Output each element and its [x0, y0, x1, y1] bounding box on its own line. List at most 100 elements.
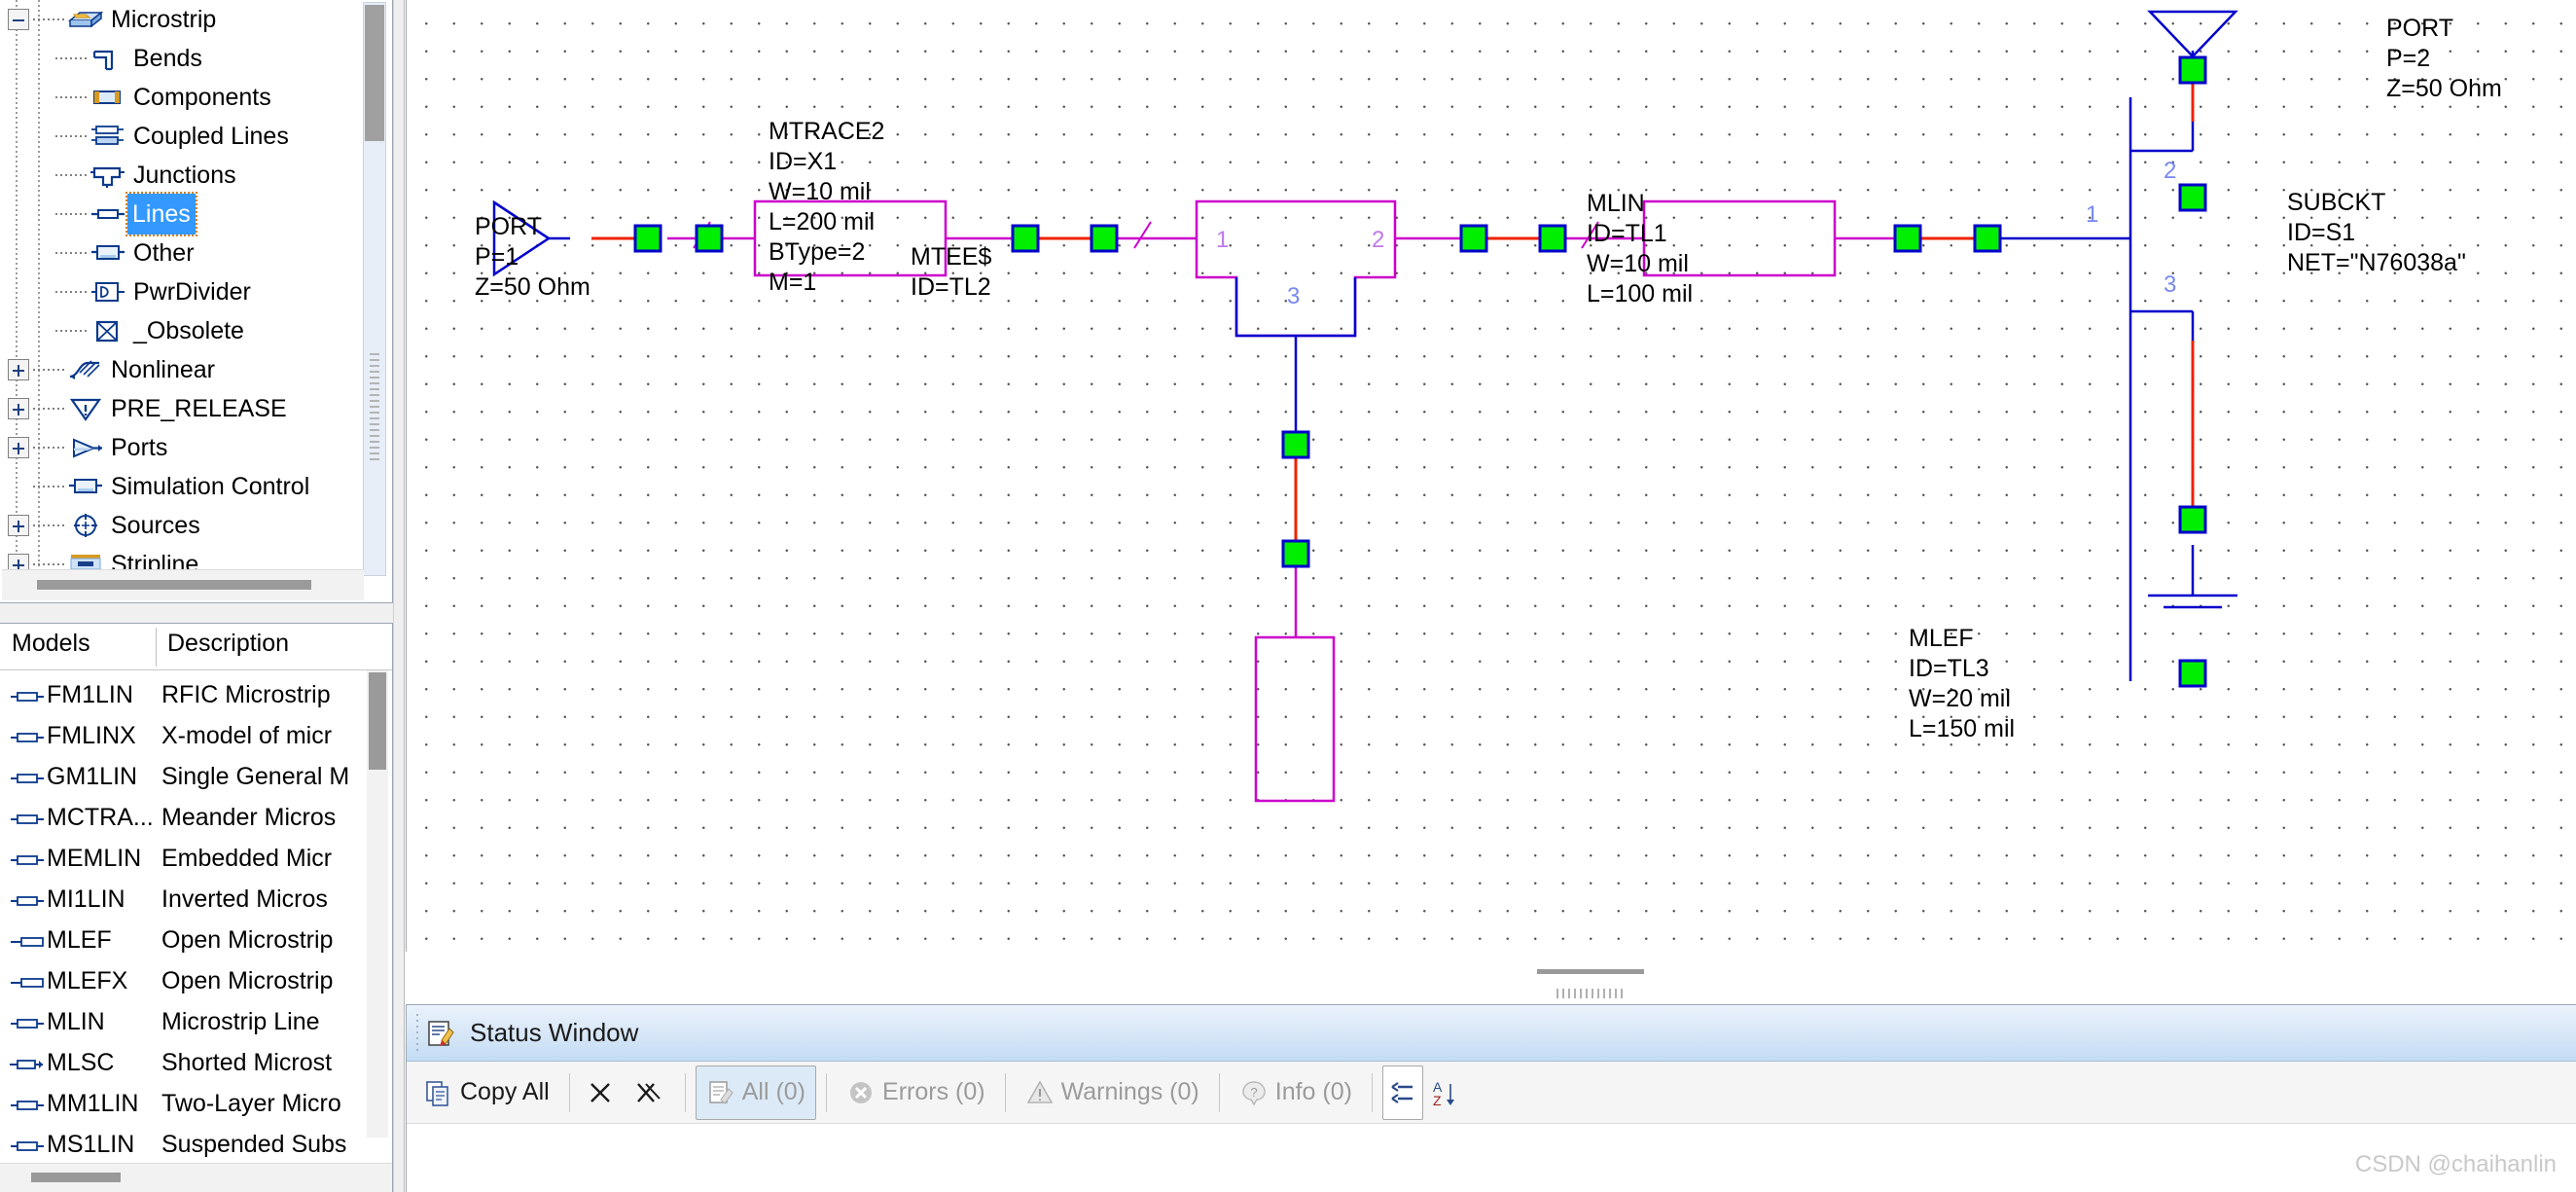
filter-all-button[interactable]: All (0)	[695, 1065, 817, 1120]
status-toolbar[interactable]: Copy All All (0) Errors (0) Warnings (0)…	[407, 1062, 2576, 1124]
tree-item-pwrdivider[interactable]: PwrDivider	[0, 272, 362, 311]
canvas-horizontal-scrollbar[interactable]	[406, 952, 2576, 1004]
filter-info-button[interactable]: ? Info (0)	[1230, 1066, 1362, 1120]
subckt-label: SUBCKT ID=S1 NET="N76038a"	[2287, 189, 2466, 276]
expand-icon[interactable]	[8, 398, 29, 419]
model-list-item[interactable]: MM1LIN Two-Layer Micro	[0, 1083, 392, 1124]
tree-item-pre-release[interactable]: PRE_RELEASE	[0, 389, 362, 428]
tree-item-lines[interactable]: Lines	[0, 192, 362, 236]
tree-item-label: Bends	[133, 45, 202, 72]
model-list-item[interactable]: MLEF Open Microstrip	[0, 920, 392, 960]
tree-item-sources[interactable]: Sources	[0, 506, 362, 545]
clear-all-button[interactable]	[627, 1066, 675, 1120]
tree-item-label: Nonlinear	[111, 356, 216, 383]
model-list-item[interactable]: FM1LIN RFIC Microstrip	[0, 674, 392, 715]
tree-vertical-scrollbar[interactable]	[363, 2, 386, 576]
tree-item-bends[interactable]: Bends	[0, 39, 362, 78]
pre-release-icon	[66, 394, 105, 423]
tree-item-stripline[interactable]: Stripline	[0, 545, 362, 572]
tree-item-microstrip[interactable]: Microstrip	[0, 0, 362, 39]
model-name: FMLINX	[47, 721, 136, 749]
filter-errors-button[interactable]: Errors (0)	[837, 1066, 995, 1120]
group-messages-button[interactable]	[1381, 1065, 1423, 1120]
model-name: MI1LIN	[47, 885, 125, 913]
model-name: MLEFX	[47, 966, 128, 994]
warning-icon	[1025, 1078, 1055, 1107]
tree-item-ports[interactable]: Ports	[0, 428, 362, 467]
tree-item-obsolete[interactable]: _Obsolete	[0, 311, 362, 350]
status-window-titlebar[interactable]: Status Window	[407, 1005, 2576, 1062]
toolbar-divider-5	[1218, 1072, 1220, 1112]
open-line-icon	[8, 971, 47, 991]
tree-item-label: Sources	[111, 512, 200, 539]
element-tree-panel[interactable]: Microstrip Bends Components Coupled Lines Ju…	[0, 0, 393, 603]
model-list-item[interactable]: GM1LIN Single General M	[0, 756, 392, 797]
model-list-item[interactable]: FMLINX X-model of micr	[0, 715, 392, 756]
tree-item-junctions[interactable]: Junctions	[0, 156, 362, 195]
model-list-item[interactable]: MEMLIN Embedded Micr	[0, 838, 392, 879]
mtee-body[interactable]	[1195, 199, 1397, 338]
models-column-header: Models	[12, 630, 90, 657]
model-list-item[interactable]: MLEFX Open Microstrip	[0, 960, 392, 1001]
copy-icon	[424, 1078, 453, 1107]
model-list-item[interactable]: MS1LIN Suspended Subs	[0, 1124, 392, 1165]
model-list-item[interactable]: MCTRA... Meander Micros	[0, 797, 392, 838]
status-message-area[interactable]	[407, 1124, 2576, 1192]
canvas-horizontal-scroll-thumb[interactable]	[1537, 969, 1644, 974]
expand-icon[interactable]	[8, 359, 29, 380]
models-vertical-scrollbar[interactable]	[367, 670, 388, 1138]
tree-connector	[33, 524, 66, 526]
tree-item-coupled-lines[interactable]: Coupled Lines	[0, 117, 362, 156]
mlin-label: MLIN ID=TL1 W=10 mil L=100 mil	[1587, 190, 1694, 307]
tree-vertical-scroll-thumb[interactable]	[365, 5, 384, 141]
expand-icon[interactable]	[8, 437, 29, 458]
toolbar-divider-2	[684, 1072, 686, 1112]
status-window-title: Status Window	[470, 1018, 639, 1047]
model-description: Two-Layer Micro	[161, 1089, 341, 1117]
tree-horizontal-scroll-thumb[interactable]	[37, 580, 311, 590]
toolbar-divider	[568, 1072, 570, 1112]
model-description: Suspended Subs	[161, 1130, 347, 1158]
models-horizontal-scrollbar[interactable]	[0, 1163, 392, 1192]
expand-icon[interactable]	[8, 515, 29, 536]
collapse-icon[interactable]	[8, 9, 29, 30]
mlef-body[interactable]	[1254, 635, 1336, 803]
filter-warnings-button[interactable]: Warnings (0)	[1016, 1066, 1209, 1120]
tree-item-components[interactable]: Components	[0, 78, 362, 117]
schematic-drawing[interactable]: 1 2 3 1 2 3	[407, 0, 2576, 1004]
model-description: Inverted Micros	[161, 885, 328, 913]
tree-item-label: Ports	[111, 434, 168, 461]
tree-connector	[33, 447, 66, 449]
schematic-canvas[interactable]: 1 2 3 1 2 3 PORT P=1 Z=50 Ohm MTRACE2 ID…	[406, 0, 2576, 1004]
tree-item-label: _Obsolete	[133, 317, 244, 344]
tree-item-label: Components	[133, 84, 271, 111]
tree-scroll-grip[interactable]	[370, 353, 379, 460]
canvas-resize-grip[interactable]	[1556, 989, 1625, 998]
models-panel[interactable]: Models Description FM1LIN RFIC Microstrip…	[0, 623, 393, 1192]
tree-item-nonlinear[interactable]: Nonlinear	[0, 350, 362, 389]
sort-az-button[interactable]: A Z	[1423, 1066, 1464, 1120]
clear-button[interactable]	[580, 1066, 627, 1120]
simulation-control-icon	[66, 472, 105, 501]
copy-all-button[interactable]: Copy All	[414, 1066, 559, 1120]
model-name: MLEF	[47, 925, 112, 954]
models-vertical-scroll-thumb[interactable]	[369, 672, 386, 770]
model-list-item[interactable]: MLSC Shorted Microst	[0, 1042, 392, 1083]
group-list-icon	[1388, 1078, 1417, 1107]
model-list-item[interactable]: MLIN Microstrip Line	[0, 1001, 392, 1042]
tree-horizontal-scrollbar[interactable]	[2, 569, 364, 600]
tree-item-other[interactable]: Other	[0, 234, 362, 272]
port2-symbol[interactable]	[2147, 10, 2238, 58]
models-horizontal-scroll-thumb[interactable]	[31, 1173, 121, 1182]
ground-symbol[interactable]	[2148, 594, 2237, 609]
tree-connector	[55, 330, 89, 332]
drag-handle-icon[interactable]	[412, 1013, 422, 1053]
open-line-icon	[8, 930, 47, 950]
panel-splitter[interactable]	[393, 0, 405, 1192]
clear-all-x-icon	[633, 1078, 662, 1107]
element-tree[interactable]: Microstrip Bends Components Coupled Lines Ju…	[0, 0, 362, 572]
shorted-line-icon	[8, 1053, 47, 1072]
tree-item-simulation-control[interactable]: Simulation Control	[0, 467, 362, 506]
model-list-item[interactable]: MI1LIN Inverted Micros	[0, 879, 392, 920]
tree-connector	[33, 563, 66, 565]
